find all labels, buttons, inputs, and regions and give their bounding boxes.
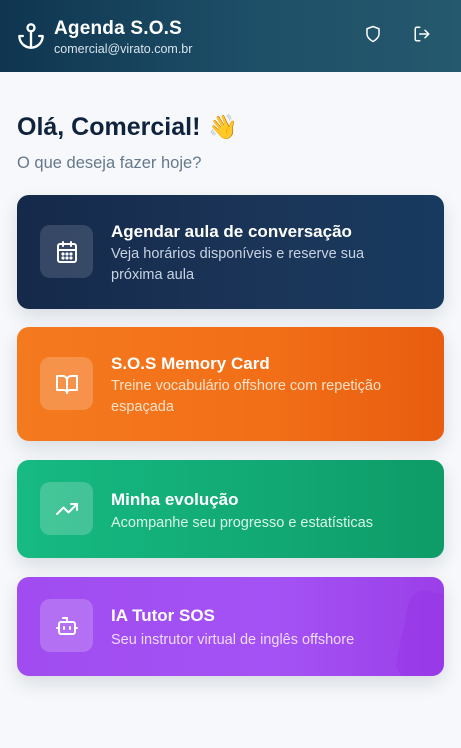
schedule-class-card[interactable]: Agendar aula de conversação Veja horário…: [17, 195, 444, 309]
card-title: IA Tutor SOS: [111, 606, 215, 625]
card-description: Acompanhe seu progresso e estatísticas: [111, 515, 373, 531]
brand: Agenda S.O.S comercial@virato.com.br: [54, 18, 192, 57]
page-subtitle: O que deseja fazer hoje?: [17, 154, 202, 172]
logout-button[interactable]: [410, 24, 434, 48]
my-progress-card[interactable]: Minha evolução Acompanhe seu progresso e…: [17, 460, 444, 558]
calendar-icon: [40, 225, 93, 278]
card-title: Minha evolução: [111, 490, 239, 509]
app-header: Agenda S.O.S comercial@virato.com.br: [0, 0, 461, 72]
trending-up-icon: [40, 482, 93, 535]
bot-icon: [40, 599, 93, 652]
anchor-icon: [17, 22, 45, 50]
security-button[interactable]: [361, 24, 385, 48]
shield-icon: [364, 25, 382, 48]
page-title: Olá, Comercial! 👋: [17, 113, 238, 142]
app-title: Agenda S.O.S: [54, 18, 183, 39]
ai-tutor-card[interactable]: IA Tutor SOS Seu instrutor virtual de in…: [17, 577, 444, 676]
card-description: Veja horários disponíveis e reserve sua …: [111, 246, 365, 283]
book-open-icon: [40, 357, 93, 410]
card-description: Seu instrutor virtual de inglês offshore: [111, 632, 355, 648]
memory-card-card[interactable]: S.O.S Memory Card Treine vocabulário off…: [17, 327, 444, 441]
user-email: comercial@virato.com.br: [54, 42, 193, 56]
greeting-text: Olá, Comercial!: [17, 113, 201, 141]
card-description: Treine vocabulário offshore com repetiçã…: [111, 378, 382, 415]
card-title: S.O.S Memory Card: [111, 354, 270, 373]
card-title: Agendar aula de conversação: [111, 222, 352, 241]
logout-icon: [413, 25, 431, 48]
waving-hand-emoji: 👋: [208, 114, 239, 141]
